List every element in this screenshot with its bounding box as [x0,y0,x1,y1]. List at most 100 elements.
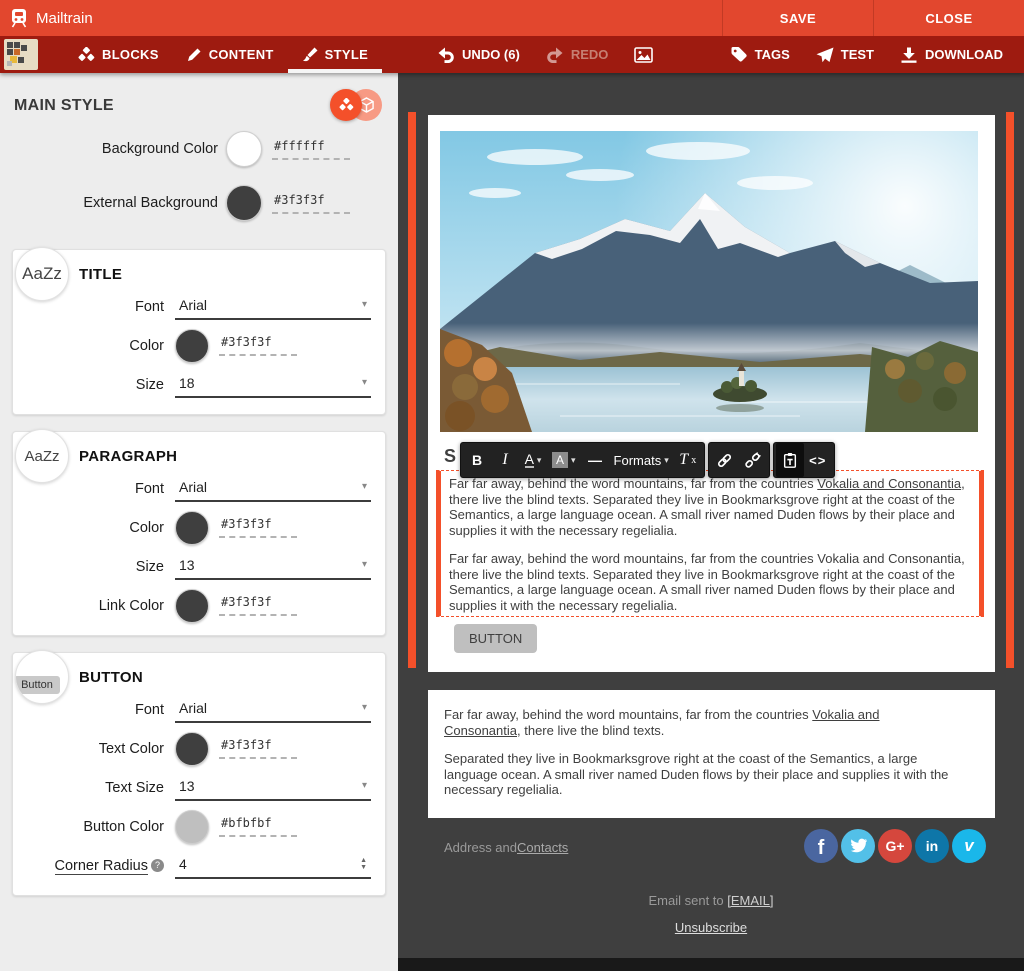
linkedin-icon[interactable]: in [915,829,949,863]
paste-button[interactable] [776,443,804,477]
button-text-color-label: Text Color [13,741,175,757]
paragraph-color-row: Color #3f3f3f [13,508,385,547]
contacts-link[interactable]: Contacts [517,840,568,855]
twitter-icon[interactable] [841,829,875,863]
italic-button[interactable]: I [491,443,519,477]
title-size-value: 18 [179,375,195,391]
download-button[interactable]: DOWNLOAD [887,36,1016,73]
template-thumbnail[interactable] [4,39,38,70]
button-text-size-select[interactable]: 13 ▾ [175,775,371,801]
corner-radius-value: 4 [179,856,187,872]
paragraph-size-row: Size 13 ▾ [13,547,385,586]
paragraph-size-select[interactable]: 13 ▾ [175,554,371,580]
button-color-swatch[interactable] [175,810,209,844]
clear-formatting-button[interactable]: Tx [674,443,702,477]
title-color-hex[interactable]: #3f3f3f [219,335,297,356]
tab-content-label: CONTENT [209,47,274,62]
remove-link-button[interactable] [739,443,767,477]
download-label: DOWNLOAD [925,47,1003,62]
highlight-color-button[interactable]: A ▾ [547,443,581,477]
tag-icon [730,46,748,63]
source-code-button[interactable]: <> [804,443,832,477]
block-selection-bar-right[interactable] [1006,112,1014,668]
block-selection-bar-left[interactable] [408,112,416,668]
preview-cta-button[interactable]: BUTTON [454,624,537,653]
external-background-hex[interactable]: #3f3f3f [272,193,350,214]
button-text-color-hex[interactable]: #3f3f3f [219,738,297,759]
test-button[interactable]: TEST [803,36,887,73]
blocks-icon [78,47,95,63]
undo-icon [437,46,455,63]
bold-button[interactable]: B [463,443,491,477]
title-color-swatch[interactable] [175,329,209,363]
formats-dropdown[interactable]: Formats ▾ [609,443,674,477]
paragraph-color-swatch[interactable] [175,511,209,545]
blocks-style-toggle[interactable] [330,89,362,121]
button-font-value: Arial [179,700,207,716]
paste-icon [782,452,798,469]
email-secondary-block[interactable]: Far far away, behind the word mountains,… [428,690,995,818]
paragraph-color-hex[interactable]: #3f3f3f [219,517,297,538]
save-button[interactable]: SAVE [722,0,873,36]
email-token-link[interactable]: [EMAIL] [727,893,773,908]
button-color-row: Button Color #bfbfbf [13,807,385,846]
tab-blocks[interactable]: BLOCKS [64,36,173,73]
editor-tabs: BLOCKS CONTENT STYLE [64,36,382,73]
horizontal-rule-button[interactable]: — [581,443,609,477]
insert-link-button[interactable] [711,443,739,477]
format-group: B I A ▾ A ▾ — Formats ▾ [460,442,705,478]
preview-bottom-strip [398,958,1024,971]
title-font-row: Font Arial ▾ [13,287,385,326]
button-font-select[interactable]: Arial ▾ [175,697,371,723]
gallery-button[interactable] [621,36,666,73]
button-color-hex[interactable]: #bfbfbf [219,816,297,837]
chevron-down-icon: ▾ [362,780,367,791]
tab-style[interactable]: STYLE [288,36,382,73]
title-style-card: AaZz TITLE Font Arial ▾ Color #3f3f3f Si… [12,249,386,415]
undo-label: UNDO (6) [462,47,520,62]
section-heading[interactable]: S [444,446,456,467]
button-text-color-swatch[interactable] [175,732,209,766]
redo-button[interactable]: REDO [533,36,622,73]
external-background-row: External Background #3f3f3f [0,183,398,223]
close-button[interactable]: CLOSE [873,0,1024,36]
help-icon[interactable]: ? [151,859,164,872]
unsubscribe-link[interactable]: Unsubscribe [675,920,747,935]
corner-radius-label: Corner Radius? [13,858,175,874]
unsubscribe-line: Unsubscribe [398,920,1024,935]
tags-button[interactable]: TAGS [717,36,803,73]
stepper-down-icon[interactable]: ▼ [360,864,367,871]
mountain-lake-photo[interactable] [440,131,978,432]
googleplus-icon[interactable]: G+ [878,829,912,863]
title-size-select[interactable]: 18 ▾ [175,372,371,398]
paragraph-link-color-hex[interactable]: #3f3f3f [219,595,297,616]
paragraph-2: Separated they live in Bookmarksgrove ri… [444,751,955,798]
number-stepper[interactable]: ▲ ▼ [360,857,367,871]
background-color-hex[interactable]: #ffffff [272,139,350,160]
richtext-toolbar: B I A ▾ A ▾ — Formats ▾ [460,442,835,478]
button-color-label: Button Color [13,819,175,835]
chevron-down-icon: ▾ [571,455,576,466]
stepper-up-icon[interactable]: ▲ [360,857,367,864]
paragraph-badge: AaZz [15,429,69,483]
tab-content[interactable]: CONTENT [173,36,288,73]
tab-blocks-label: BLOCKS [102,47,159,62]
link-group [708,442,770,478]
paragraph-link-color-swatch[interactable] [175,589,209,623]
title-font-select[interactable]: Arial ▾ [175,294,371,320]
background-color-swatch[interactable] [226,131,262,167]
undo-button[interactable]: UNDO (6) [424,36,533,73]
tab-style-label: STYLE [325,47,368,62]
button-font-row: Font Arial ▾ [13,690,385,729]
vimeo-icon[interactable]: v [952,829,986,863]
external-background-swatch[interactable] [226,185,262,221]
brand: Mailtrain [0,0,93,36]
text-color-button[interactable]: A ▾ [519,443,547,477]
editable-text-block[interactable]: Far far away, behind the word mountains,… [436,470,984,617]
paragraph-font-select[interactable]: Arial ▾ [175,476,371,502]
vokalia-link[interactable]: Vokalia and Consonantia [817,476,961,491]
title-font-value: Arial [179,297,207,313]
facebook-icon[interactable]: f [804,829,838,863]
corner-radius-input[interactable]: 4 ▲ ▼ [175,853,371,879]
paragraph-1: Far far away, behind the word mountains,… [444,707,955,738]
